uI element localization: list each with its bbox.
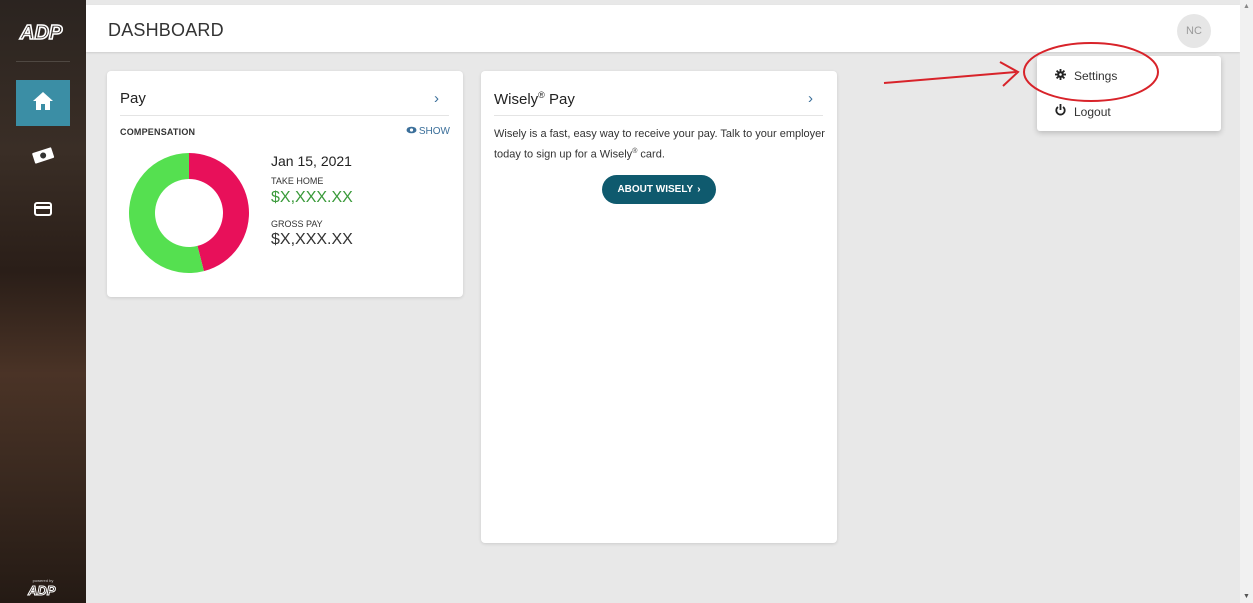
chevron-right-icon[interactable]: › (808, 90, 813, 107)
gross-pay-label: GROSS PAY (271, 219, 323, 229)
wisely-card-header[interactable]: Wisely® Pay › (494, 90, 823, 116)
credit-card-icon (34, 201, 52, 222)
gear-icon (1055, 69, 1066, 83)
user-dropdown-menu: Settings Logout (1037, 56, 1221, 131)
sidebar-item-pay[interactable] (16, 134, 70, 180)
svg-text:ADP: ADP (19, 22, 63, 44)
about-wisely-button[interactable]: ABOUT WISELY › (602, 175, 716, 204)
about-wisely-label: ABOUT WISELY (617, 184, 694, 195)
show-label: SHOW (418, 126, 450, 137)
pay-card: Pay › COMPENSATION SHOW Jan 15, 2021 TAK… (107, 71, 463, 297)
wisely-pay-card: Wisely® Pay › Wisely is a fast, easy way… (481, 71, 837, 543)
compensation-label: COMPENSATION (120, 127, 196, 137)
show-amounts-link[interactable]: SHOW (406, 126, 450, 137)
take-home-label: TAKE HOME (271, 176, 324, 186)
powered-by-adp: powered by ADP (26, 578, 60, 602)
gross-pay-value: $X,XXX.XX (271, 231, 353, 248)
home-icon (32, 91, 54, 116)
annotation-arrow-head (999, 61, 1020, 87)
svg-text:ADP: ADP (27, 583, 56, 597)
wisely-description: Wisely is a fast, easy way to receive yo… (494, 128, 825, 161)
scroll-up-icon[interactable]: ▲ (1243, 3, 1250, 10)
chevron-right-icon[interactable]: › (434, 90, 439, 107)
money-icon (31, 146, 55, 169)
page-title: DASHBOARD (108, 20, 224, 40)
top-header: DASHBOARD NC (86, 5, 1240, 52)
scroll-down-icon[interactable]: ▼ (1243, 593, 1250, 600)
pay-card-title: Pay (120, 90, 146, 107)
chevron-right-icon: › (697, 184, 701, 195)
compensation-donut-chart (129, 153, 250, 273)
settings-label: Settings (1074, 69, 1118, 83)
sidebar-item-home[interactable] (16, 80, 70, 126)
power-icon (1055, 104, 1066, 119)
logout-label: Logout (1074, 104, 1111, 119)
sidebar-divider (16, 61, 70, 62)
menu-item-logout[interactable]: Logout (1055, 104, 1111, 119)
annotation-arrow-line (883, 71, 1017, 84)
pay-card-header[interactable]: Pay › (120, 90, 449, 116)
sidebar-item-card[interactable] (16, 188, 70, 234)
adp-logo[interactable]: ADP (18, 20, 68, 45)
page-scrollbar[interactable]: ▲ ▼ (1240, 0, 1253, 603)
wisely-card-title: Wisely® Pay (494, 90, 575, 108)
pay-date: Jan 15, 2021 (271, 153, 352, 169)
take-home-value: $X,XXX.XX (271, 189, 353, 206)
sidebar: ADP powered by ADP (0, 0, 86, 603)
menu-item-settings[interactable]: Settings (1055, 69, 1117, 83)
eye-icon (406, 126, 417, 137)
user-avatar[interactable]: NC (1177, 14, 1211, 48)
powered-adp-logo: ADP (27, 583, 57, 599)
